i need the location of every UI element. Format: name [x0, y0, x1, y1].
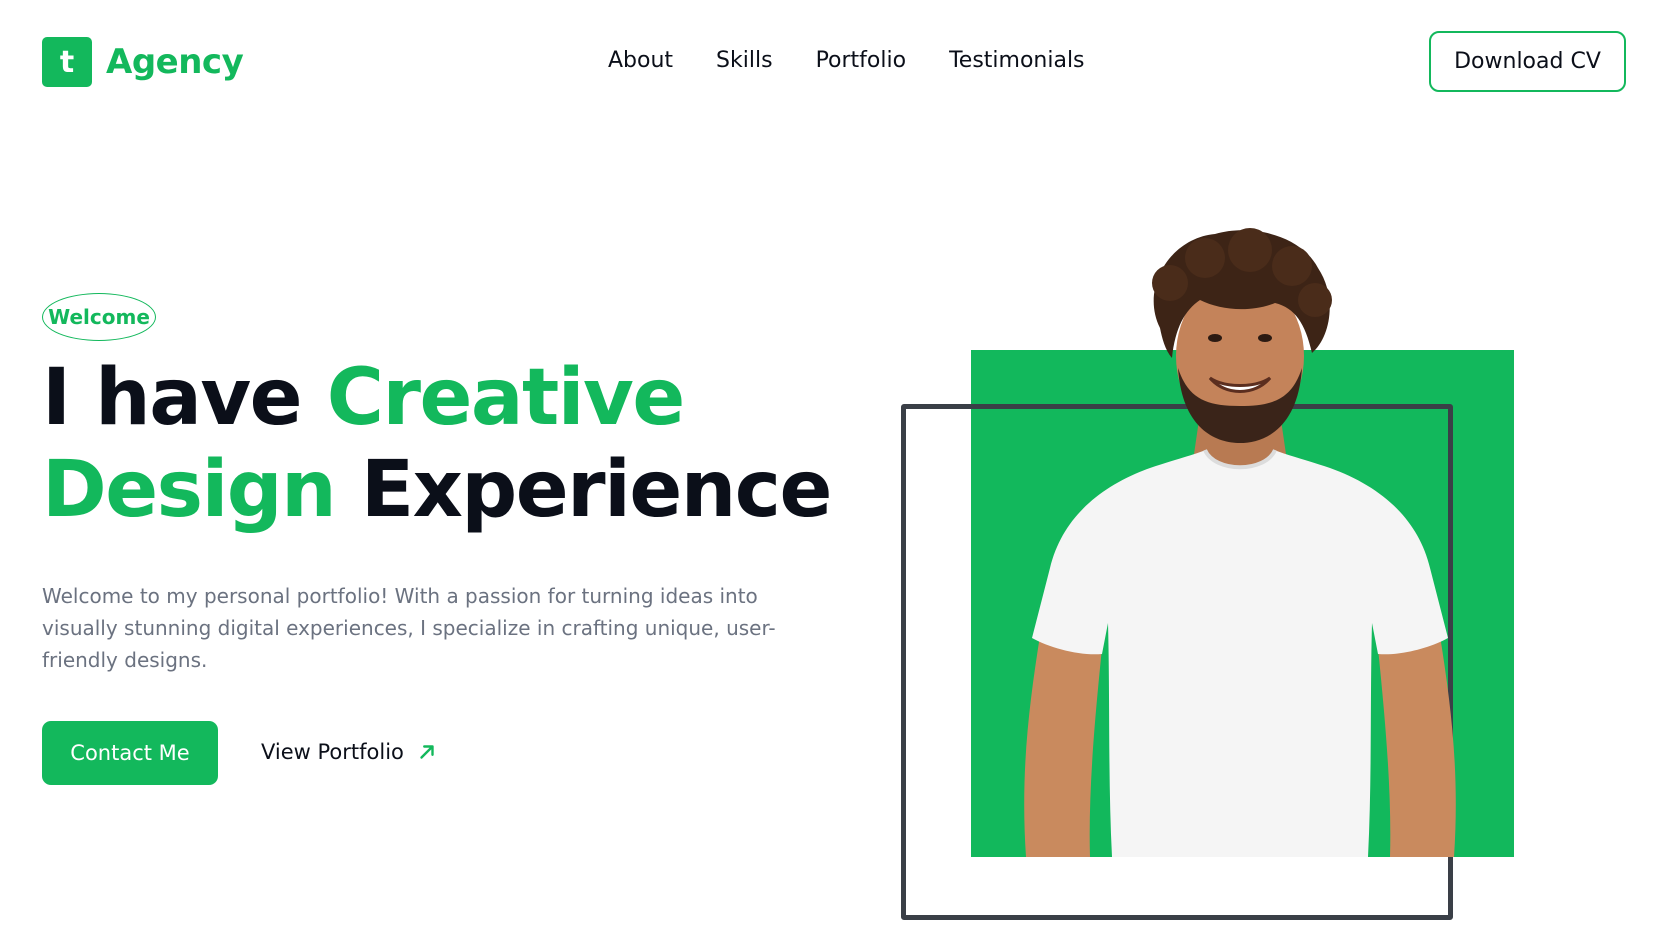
nav-testimonials[interactable]: Testimonials	[949, 48, 1084, 73]
logo-mark: t	[42, 37, 92, 87]
headline-part-1: I have	[42, 353, 327, 443]
hero-intro: Welcome to my personal portfolio! With a…	[42, 584, 776, 672]
nav-skills[interactable]: Skills	[716, 48, 773, 73]
arrow-up-right-icon	[420, 745, 434, 759]
download-cv-button[interactable]: Download CV	[1429, 31, 1626, 92]
logo-text: Agency	[106, 42, 244, 82]
headline-part-4: Experience	[335, 445, 833, 535]
logo-link[interactable]: t Agency	[42, 37, 244, 87]
view-portfolio-label: View Portfolio	[261, 740, 404, 764]
welcome-badge: Welcome	[42, 293, 156, 341]
nav-about[interactable]: About	[608, 48, 673, 73]
landing-page: t Agency About Skills Portfolio Testimon…	[0, 0, 1657, 930]
portrait-image	[1024, 228, 1456, 857]
headline-part-3: Design	[42, 445, 337, 535]
contact-me-button[interactable]: Contact Me	[42, 721, 218, 785]
headline-part-2: Creative	[326, 353, 686, 443]
hero-headline: I have Creative Design Experience	[42, 352, 833, 536]
view-portfolio-link[interactable]: View Portfolio	[261, 740, 438, 764]
main-nav: About Skills Portfolio Testimonials	[608, 48, 1085, 73]
nav-portfolio[interactable]: Portfolio	[816, 48, 907, 73]
